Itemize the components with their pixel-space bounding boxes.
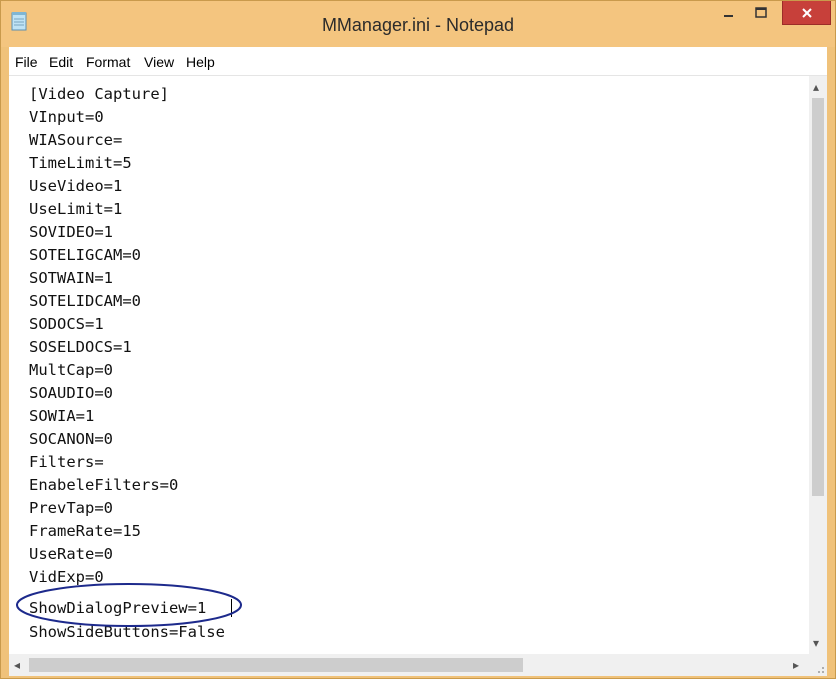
menu-file[interactable]: File [15,54,38,70]
text-line: SOTELIGCAM=0 [29,246,141,264]
text-line: ShowSideButtons=False [29,623,225,641]
text-line: [Video Capture] [29,85,169,103]
text-line: SOTELIDCAM=0 [29,292,141,310]
text-line: VidExp=0 [29,568,104,586]
text-line: VInput=0 [29,108,104,126]
text-line: SOWIA=1 [29,407,95,425]
window-title: MManager.ini - Notepad [321,15,515,35]
horizontal-scrollbar[interactable]: ◂ ▸ [9,654,809,676]
menu-bar: File Edit Format View Help [9,47,827,76]
notepad-window: MManager.ini - Notepad File Edit Format … [0,0,836,679]
text-area[interactable]: [Video Capture] VInput=0 WIASource= Time… [9,76,809,654]
text-line: TimeLimit=5 [29,154,132,172]
menu-edit[interactable]: Edit [49,54,73,70]
menu-view[interactable]: View [144,54,174,70]
horizontal-scroll-thumb[interactable] [29,658,523,672]
minimize-button[interactable] [714,1,744,25]
scroll-left-icon[interactable]: ◂ [14,658,20,672]
text-line: SOSELDOCS=1 [29,338,132,356]
text-line-highlighted: ShowDialogPreview=1 [29,599,207,617]
resize-grip-icon [818,667,824,673]
text-line: UseRate=0 [29,545,113,563]
text-editor[interactable]: [Video Capture] VInput=0 WIASource= Time… [9,76,827,676]
title-bar[interactable]: MManager.ini - Notepad [1,1,835,47]
text-line: Filters= [29,453,104,471]
maximize-icon [755,7,767,18]
text-line: SOVIDEO=1 [29,223,113,241]
text-line: PrevTap=0 [29,499,113,517]
close-button[interactable] [782,1,831,25]
menu-help[interactable]: Help [186,54,215,70]
close-icon [801,7,812,18]
text-line: FrameRate=15 [29,522,141,540]
scroll-down-icon[interactable]: ▾ [813,636,819,650]
text-line: SOTWAIN=1 [29,269,113,287]
vertical-scrollbar[interactable]: ▴ ▾ [809,76,827,654]
text-line: EnabeleFilters=0 [29,476,179,494]
maximize-button[interactable] [746,1,776,25]
text-line: UseLimit=1 [29,200,123,218]
scroll-right-icon[interactable]: ▸ [793,658,799,672]
vertical-scroll-thumb[interactable] [812,98,824,496]
scroll-up-icon[interactable]: ▴ [813,80,819,94]
text-line: UseVideo=1 [29,177,123,195]
text-line: SOAUDIO=0 [29,384,113,402]
text-caret [231,599,232,617]
text-line: SOCANON=0 [29,430,113,448]
menu-format[interactable]: Format [86,54,130,70]
text-line: MultCap=0 [29,361,113,379]
resize-grip[interactable] [809,654,827,676]
text-line: SODOCS=1 [29,315,104,333]
text-line: WIASource= [29,131,123,149]
minimize-icon [724,15,733,17]
